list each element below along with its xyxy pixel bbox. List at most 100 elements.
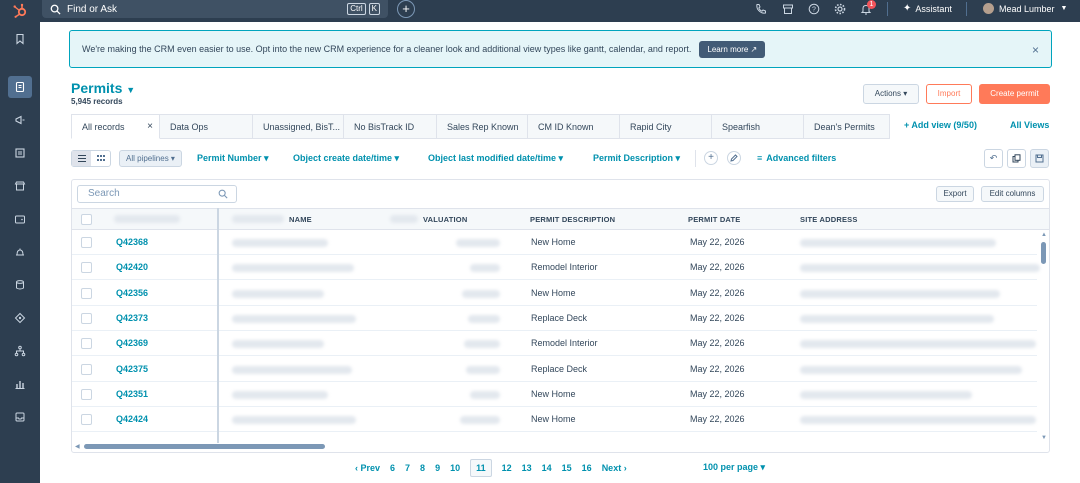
permit-id-link[interactable]: Q42351 bbox=[116, 389, 148, 399]
page-number-button[interactable]: 6 bbox=[390, 463, 395, 473]
close-icon[interactable]: × bbox=[1032, 43, 1039, 57]
tab-all-records[interactable]: All records × bbox=[71, 114, 160, 139]
marketplace-icon[interactable] bbox=[782, 3, 794, 15]
permit-id-link[interactable]: Q42373 bbox=[116, 313, 148, 323]
actions-button[interactable]: Actions ▾ bbox=[863, 84, 919, 104]
global-search-input[interactable]: Find or Ask Ctrl K bbox=[42, 0, 388, 18]
row-checkbox[interactable] bbox=[81, 338, 92, 350]
advanced-filters-label: Advanced filters bbox=[766, 153, 837, 163]
sidebar-sales[interactable] bbox=[8, 208, 32, 230]
save-view-button[interactable] bbox=[1030, 149, 1049, 168]
sidebar-automation[interactable] bbox=[8, 307, 32, 329]
page-number-button[interactable]: 14 bbox=[542, 463, 552, 473]
row-checkbox[interactable] bbox=[81, 414, 92, 426]
duplicate-view-button[interactable] bbox=[1007, 149, 1026, 168]
pipelines-dropdown[interactable]: All pipelines ▾ bbox=[119, 150, 182, 167]
column-header-name[interactable]: NAME bbox=[289, 215, 312, 224]
scroll-down-icon[interactable]: ▼ bbox=[1041, 435, 1047, 441]
horizontal-scrollbar[interactable] bbox=[84, 444, 325, 449]
undo-button[interactable]: ↶ bbox=[984, 149, 1003, 168]
add-view-button[interactable]: + Add view (9/50) bbox=[904, 120, 977, 130]
row-checkbox[interactable] bbox=[81, 237, 92, 248]
vertical-scrollbar[interactable] bbox=[1041, 242, 1046, 264]
advanced-filters-button[interactable]: ≡ Advanced filters bbox=[757, 153, 836, 163]
scroll-left-icon[interactable]: ◀ bbox=[75, 443, 80, 450]
page-number-button[interactable]: 7 bbox=[405, 463, 410, 473]
learn-more-button[interactable]: Learn more ↗ bbox=[699, 40, 766, 58]
tab-deans-permits[interactable]: Dean's Permits bbox=[804, 114, 890, 139]
permit-description-filter[interactable]: Permit Description ▾ bbox=[593, 153, 680, 164]
list-view-button[interactable] bbox=[72, 151, 91, 166]
permit-id-link[interactable]: Q42356 bbox=[116, 288, 148, 298]
column-header-site-address[interactable]: SITE ADDRESS bbox=[800, 215, 858, 224]
tab-no-bistrack-id[interactable]: No BisTrack ID bbox=[344, 114, 437, 139]
page-number-button[interactable]: 13 bbox=[522, 463, 532, 473]
per-page-dropdown[interactable]: 100 per page ▾ bbox=[703, 462, 765, 473]
tab-rapid-city[interactable]: Rapid City bbox=[620, 114, 712, 139]
edit-columns-button[interactable]: Edit columns bbox=[981, 186, 1044, 202]
hubspot-logo-icon[interactable] bbox=[12, 3, 28, 19]
page-title[interactable]: Permits ▼ bbox=[71, 80, 135, 96]
permit-id-link[interactable]: Q42375 bbox=[116, 364, 148, 374]
permit-id-link[interactable]: Q42424 bbox=[116, 414, 148, 424]
page-number-button[interactable]: 8 bbox=[420, 463, 425, 473]
copy-icon bbox=[1012, 154, 1021, 163]
sidebar-bookmarks[interactable] bbox=[8, 28, 32, 50]
page-number-button[interactable]: 10 bbox=[450, 463, 460, 473]
permit-id-link[interactable]: Q42420 bbox=[116, 262, 148, 272]
assistant-button[interactable]: ✦ Assistant bbox=[903, 3, 952, 14]
page-number-button[interactable]: 9 bbox=[435, 463, 440, 473]
help-icon[interactable]: ? bbox=[808, 3, 820, 15]
account-menu[interactable]: Mead Lumber ▼ bbox=[983, 3, 1067, 14]
settings-gear-icon[interactable] bbox=[834, 3, 846, 15]
page-number-button[interactable]: 12 bbox=[502, 463, 512, 473]
tab-data-ops[interactable]: Data Ops bbox=[160, 114, 253, 139]
edit-filters-button[interactable] bbox=[727, 151, 741, 165]
board-view-button[interactable] bbox=[91, 151, 110, 166]
tab-unassigned[interactable]: Unassigned, BisT... bbox=[253, 114, 344, 139]
tab-spearfish[interactable]: Spearfish bbox=[712, 114, 804, 139]
quick-create-button[interactable]: + bbox=[397, 0, 415, 18]
table-search-input[interactable]: Search bbox=[77, 185, 237, 203]
page-number-button[interactable]: 16 bbox=[582, 463, 592, 473]
sidebar-service[interactable] bbox=[8, 241, 32, 263]
sidebar-workflows[interactable] bbox=[8, 340, 32, 362]
scroll-up-icon[interactable]: ▲ bbox=[1041, 232, 1047, 238]
row-checkbox[interactable] bbox=[81, 312, 92, 324]
sidebar-data[interactable] bbox=[8, 274, 32, 296]
import-button[interactable]: Import bbox=[926, 84, 972, 104]
sidebar-content[interactable] bbox=[8, 142, 32, 164]
tab-sales-rep-known[interactable]: Sales Rep Known bbox=[437, 114, 528, 139]
modified-date-filter[interactable]: Object last modified date/time ▾ bbox=[428, 153, 563, 164]
create-permit-button[interactable]: Create permit bbox=[979, 84, 1050, 104]
sidebar-inbox[interactable] bbox=[8, 406, 32, 428]
sidebar-crm[interactable] bbox=[8, 76, 32, 98]
add-filter-button[interactable]: + bbox=[704, 151, 718, 165]
prev-page-button[interactable]: ‹ Prev bbox=[355, 463, 380, 473]
page-number-button[interactable]: 15 bbox=[562, 463, 572, 473]
current-page[interactable]: 11 bbox=[470, 459, 492, 477]
phone-icon[interactable] bbox=[755, 3, 767, 15]
column-header-permit-description[interactable]: PERMIT DESCRIPTION bbox=[530, 215, 615, 224]
tab-cm-id-known[interactable]: CM ID Known bbox=[528, 114, 620, 139]
row-checkbox[interactable] bbox=[81, 262, 92, 274]
sidebar-marketing[interactable] bbox=[8, 109, 32, 131]
sidebar-commerce[interactable] bbox=[8, 175, 32, 197]
create-date-filter[interactable]: Object create date/time ▾ bbox=[293, 153, 399, 164]
row-checkbox[interactable] bbox=[81, 363, 92, 375]
row-checkbox[interactable] bbox=[81, 388, 92, 400]
all-views-link[interactable]: All Views bbox=[1010, 120, 1049, 130]
column-header-permit-date[interactable]: PERMIT DATE bbox=[688, 215, 740, 224]
close-icon[interactable]: × bbox=[147, 121, 153, 132]
export-button[interactable]: Export bbox=[936, 186, 974, 202]
row-checkbox[interactable] bbox=[81, 287, 92, 299]
permit-number-filter[interactable]: Permit Number ▾ bbox=[197, 153, 269, 164]
redacted-valuation bbox=[464, 340, 500, 349]
permit-id-link[interactable]: Q42368 bbox=[116, 237, 148, 247]
column-header-valuation[interactable]: VALUATION bbox=[423, 215, 467, 224]
frozen-column-divider[interactable] bbox=[217, 208, 219, 443]
sidebar-reporting[interactable] bbox=[8, 373, 32, 395]
select-all-checkbox[interactable] bbox=[81, 214, 92, 225]
permit-id-link[interactable]: Q42369 bbox=[116, 338, 148, 348]
next-page-button[interactable]: Next › bbox=[602, 463, 627, 473]
